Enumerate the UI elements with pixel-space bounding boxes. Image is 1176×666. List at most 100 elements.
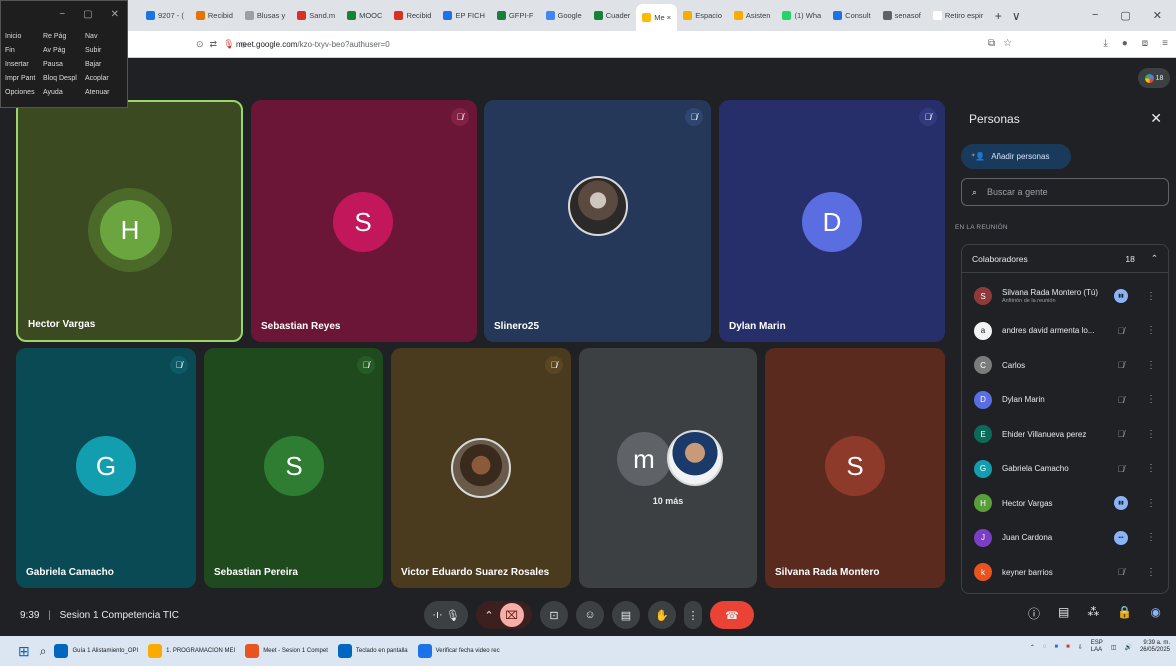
browser-tab[interactable]: Me × <box>636 4 678 31</box>
browser-tab[interactable]: MOOC <box>341 4 388 28</box>
usb-icon[interactable]: ⇩ <box>1078 644 1083 651</box>
osk-key[interactable]: Acoplar <box>85 73 129 85</box>
leave-call-button[interactable]: ☎ <box>710 601 754 629</box>
wifi-icon[interactable]: ◫ <box>1111 644 1117 651</box>
browser-tab[interactable]: Cuader <box>588 4 637 28</box>
speaking-icon[interactable]: ▮▮ <box>1114 289 1128 303</box>
new-tab-button[interactable]: + <box>989 9 1007 23</box>
chevron-up-icon[interactable]: ⌃ <box>1151 253 1158 264</box>
browser-tab[interactable]: EP FICH <box>437 4 490 28</box>
bookmark-star-icon[interactable]: ☆ <box>1003 38 1012 49</box>
browser-tab[interactable]: Asisten <box>728 4 777 28</box>
network-icon[interactable]: ◌ <box>1043 644 1047 650</box>
speaking-icon[interactable]: ▮▮ <box>1114 496 1128 510</box>
people-icon[interactable]: ◉ <box>1150 605 1160 622</box>
mic-permission-icon[interactable]: 🎙 <box>223 39 234 50</box>
participant-row[interactable]: D Dylan Marin 🎙̸ ⋮ <box>962 383 1168 417</box>
mic-off-icon[interactable]: 🎙̸ <box>1114 462 1128 476</box>
more-vert-icon[interactable]: ⋮ <box>1146 498 1156 509</box>
participant-row[interactable]: H Hector Vargas ▮▮ ⋮ <box>962 486 1168 520</box>
participant-row[interactable]: J Juan Cardona ••• ⋮ <box>962 521 1168 555</box>
download-icon[interactable]: ⤓ <box>1103 38 1107 49</box>
participant-row[interactable]: G Gabriela Camacho 🎙̸ ⋮ <box>962 452 1168 486</box>
mic-off-icon[interactable]: 🎙̸ <box>1114 358 1128 372</box>
browser-tab[interactable]: Blusas y <box>239 4 291 28</box>
osk-key[interactable]: Re Pág <box>43 31 85 43</box>
osk-key[interactable]: Pausa <box>43 59 85 71</box>
participant-row[interactable]: k keyner barrios 🎙̸ ⋮ <box>962 555 1168 589</box>
captions-button[interactable]: ▤ <box>612 601 640 629</box>
browser-tab[interactable]: senasof <box>877 4 927 28</box>
osk-key[interactable]: Atenuar <box>85 87 129 99</box>
browser-tab[interactable]: GFPI-F <box>491 4 540 28</box>
profile-icon[interactable]: ● <box>1122 38 1128 49</box>
taskbar-app[interactable]: 1. PROGRAMACION MEI <box>148 644 235 658</box>
taskbar-app[interactable]: Teclado en pantalla <box>337 644 408 658</box>
browser-tab[interactable]: Sand.m <box>291 4 341 28</box>
people-count-badge[interactable]: 18 <box>1138 68 1170 88</box>
participant-row[interactable]: C Carlos 🎙̸ ⋮ <box>962 348 1168 382</box>
menu-icon[interactable]: ≡ <box>1162 38 1168 49</box>
tab-search-button[interactable]: ∨ <box>1007 9 1025 23</box>
overflow-tile[interactable]: m 10 más <box>579 348 757 588</box>
osk-key[interactable]: Ayuda <box>43 87 85 99</box>
osk-close-icon[interactable]: ✕ <box>111 9 119 31</box>
camera-button[interactable]: ⌃ ⌧ <box>476 601 532 629</box>
browser-tab[interactable]: Google <box>540 4 588 28</box>
osk-minimize-icon[interactable]: − <box>59 9 65 31</box>
osk-key[interactable]: Bajar <box>85 59 129 71</box>
mic-off-icon[interactable]: 🎙̸ <box>1114 427 1128 441</box>
participant-row[interactable]: a andres david armenta lo... 🎙̸ ⋮ <box>962 314 1168 348</box>
more-horiz-icon[interactable]: ••• <box>1114 530 1128 545</box>
extensions-icon[interactable]: ⧈ <box>1142 38 1148 49</box>
present-button[interactable]: ⊡ <box>540 601 568 629</box>
participant-row[interactable]: E Ehider Villanueva perez 🎙̸ ⋮ <box>962 417 1168 451</box>
osk-key[interactable]: Inicio <box>5 31 43 43</box>
participant-tile[interactable]: 🎙̸ D Dylan Marin <box>719 100 945 342</box>
more-vert-icon[interactable]: ⋮ <box>1146 429 1156 440</box>
language-indicator[interactable]: ESP LAA <box>1091 640 1103 654</box>
participant-tile[interactable]: 🎙̸ S Sebastian Pereira <box>204 348 383 588</box>
browser-tab[interactable]: Retiro espir <box>927 4 989 28</box>
host-controls-icon[interactable]: 🔒 <box>1117 605 1132 622</box>
app-tray-icon[interactable]: ■ <box>1055 644 1059 650</box>
minimize-icon[interactable]: − <box>1092 9 1098 22</box>
group-header[interactable]: Colaboradores 18 ⌃ <box>962 245 1168 273</box>
info-icon[interactable]: ⓘ <box>1028 605 1040 622</box>
browser-tab[interactable]: Consult <box>827 4 876 28</box>
participant-tile[interactable]: 🎙̸ Slinero25 <box>484 100 711 342</box>
activities-icon[interactable]: ⁂ <box>1087 605 1099 622</box>
participant-row[interactable]: S Silvana Rada Montero (Tú) Anfitrión de l… <box>962 279 1168 313</box>
close-icon[interactable]: ✕ <box>1150 110 1162 127</box>
participant-tile[interactable]: S Silvana Rada Montero <box>765 348 945 588</box>
restore-icon[interactable]: ▢ <box>1120 9 1130 22</box>
windows-start-icon[interactable]: ⊞ <box>18 643 30 660</box>
osk-key[interactable]: Nav <box>85 31 129 43</box>
tune-icon[interactable]: ⇄ <box>210 39 218 50</box>
osk-key[interactable]: Av Pág <box>43 45 85 57</box>
more-vert-icon[interactable]: ⋮ <box>1146 532 1156 543</box>
people-search-input[interactable]: ⌕ Buscar a gente <box>961 178 1169 206</box>
more-vert-icon[interactable]: ⋮ <box>1146 463 1156 474</box>
browser-tab[interactable]: 9207 - ( <box>140 4 190 28</box>
volume-icon[interactable]: 🔊 <box>1124 644 1131 651</box>
mic-off-icon[interactable]: 🎙̸ <box>1114 393 1128 407</box>
app-tray-icon[interactable]: ■ <box>1066 644 1070 650</box>
taskbar-app[interactable]: Guía 1 Alistamiento_OPI <box>54 644 138 658</box>
raise-hand-button[interactable]: ✋ <box>648 601 676 629</box>
clock[interactable]: 9:39 a. m. 26/05/2025 <box>1140 640 1170 654</box>
osk-key[interactable]: Insertar <box>5 59 43 71</box>
taskbar-app[interactable]: Meet - Sesion 1 Compet <box>245 644 328 658</box>
more-vert-icon[interactable]: ⋮ <box>1146 567 1156 578</box>
add-people-button[interactable]: ⁺👤 Añadir personas <box>961 144 1071 169</box>
browser-tab[interactable]: Recibid <box>190 4 239 28</box>
mic-button[interactable]: ·ı· 🎙 <box>424 601 468 629</box>
search-icon[interactable]: ⌕ <box>40 644 47 659</box>
more-vert-icon[interactable]: ⋮ <box>1146 360 1156 371</box>
tray-expand-icon[interactable]: ⌃ <box>1030 644 1035 651</box>
url-field[interactable]: meet.google.com/kzo-txyv-beo?authuser=0 <box>236 40 390 49</box>
osk-key[interactable]: Opciones <box>5 87 43 99</box>
more-options-button[interactable]: ⋮ <box>684 601 702 629</box>
osk-key[interactable]: Impr Pant <box>5 73 43 85</box>
participant-tile[interactable]: 🎙̸ S Sebastian Reyes <box>251 100 477 342</box>
